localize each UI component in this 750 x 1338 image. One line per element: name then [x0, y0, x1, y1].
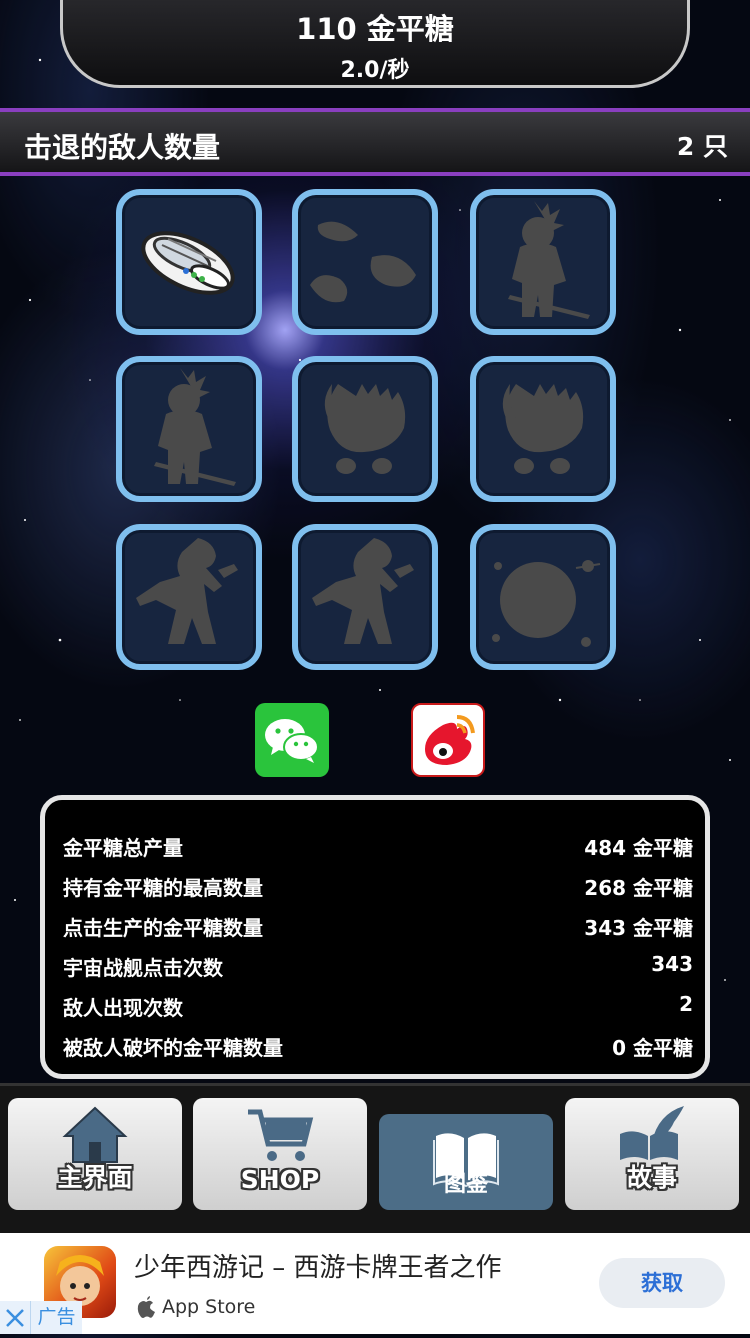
- bestiary-tile[interactable]: [292, 524, 438, 670]
- enemy-monster-silhouette-icon: [502, 384, 584, 474]
- ad-title: 少年西游记 – 西游卡牌王者之作: [134, 1253, 502, 1283]
- bestiary-tile[interactable]: [116, 189, 262, 335]
- stat-label: 金平糖总产量: [63, 836, 183, 860]
- home-icon: [62, 1106, 128, 1163]
- book-quill-icon: [620, 1106, 684, 1160]
- bestiary-tile[interactable]: [292, 189, 438, 335]
- nav-story-label: 故事: [626, 1163, 677, 1192]
- apple-icon: [137, 1296, 155, 1318]
- get-app-button[interactable]: 获取: [599, 1258, 725, 1308]
- ad-tag: 广告: [30, 1301, 82, 1334]
- enemy-giant-silhouette-icon: [136, 538, 238, 644]
- bestiary-tile[interactable]: [470, 356, 616, 502]
- close-icon: [6, 1309, 24, 1327]
- candy-count: 110 金平糖: [296, 12, 454, 46]
- nav-book-label: 图鉴: [443, 1172, 488, 1197]
- stat-row: 被敌人破坏的金平糖数量 0 金平糖: [63, 1032, 693, 1072]
- bestiary-tile[interactable]: [116, 356, 262, 502]
- nav-home-button[interactable]: 主界面: [8, 1098, 182, 1210]
- candy-rate: 2.0/秒: [340, 58, 410, 83]
- bestiary-tile[interactable]: [116, 524, 262, 670]
- shopping-cart-icon: [248, 1109, 314, 1161]
- stat-row: 持有金平糖的最高数量 268 金平糖: [63, 872, 693, 912]
- bestiary-tile[interactable]: [470, 524, 616, 670]
- stat-row: 点击生产的金平糖数量 343 金平糖: [63, 912, 693, 952]
- stat-row: 宇宙战舰点击次数 343: [63, 952, 693, 992]
- stat-value: 484 金平糖: [584, 836, 693, 860]
- defeated-enemies-count: 2 只: [676, 132, 728, 161]
- stat-label: 被敌人破坏的金平糖数量: [63, 1036, 283, 1060]
- enemy-warrior-silhouette-icon: [508, 201, 590, 319]
- enemy-spaceship-icon: [141, 231, 235, 295]
- nav-shop-label: SHOP: [240, 1165, 320, 1194]
- ad-store-label: App Store: [162, 1296, 256, 1318]
- bestiary-tile[interactable]: [292, 356, 438, 502]
- statistics-panel: 金平糖总产量 484 金平糖 持有金平糖的最高数量 268 金平糖 点击生产的金…: [40, 795, 710, 1079]
- enemy-warrior-silhouette-icon: [154, 368, 236, 486]
- candy-counter-header: 110 金平糖 2.0/秒: [0, 0, 750, 100]
- stat-label: 宇宙战舰点击次数: [63, 956, 223, 980]
- stat-label: 持有金平糖的最高数量: [63, 876, 263, 900]
- ad-banner[interactable]: 少年西游记 – 西游卡牌王者之作 App Store 获取 广告: [0, 1233, 750, 1334]
- stat-row: 敌人出现次数 2: [63, 992, 693, 1032]
- bestiary-tile[interactable]: [470, 189, 616, 335]
- nav-home-label: 主界面: [57, 1163, 133, 1192]
- stat-value: 343 金平糖: [584, 916, 693, 940]
- stat-label: 敌人出现次数: [63, 996, 183, 1020]
- defeated-enemies-label: 击退的敌人数量: [24, 131, 221, 164]
- wechat-share-button[interactable]: [255, 703, 329, 777]
- stat-label: 点击生产的金平糖数量: [63, 916, 263, 940]
- enemy-planet-silhouette-icon: [492, 560, 601, 647]
- stat-value: 343: [651, 952, 693, 976]
- defeated-enemies-bar: 击退的敌人数量 2 只: [0, 108, 750, 176]
- wechat-icon: [265, 719, 319, 763]
- weibo-icon: [425, 715, 475, 765]
- weibo-share-button[interactable]: [411, 703, 485, 777]
- ad-close-button[interactable]: [0, 1301, 30, 1334]
- nav-book-button[interactable]: 图鉴: [379, 1114, 553, 1210]
- stat-value: 268 金平糖: [584, 876, 693, 900]
- nav-story-button[interactable]: 故事: [565, 1098, 739, 1210]
- enemy-giant-silhouette-icon: [312, 538, 414, 644]
- stat-value: 2: [679, 992, 693, 1016]
- nav-shop-button[interactable]: SHOP: [193, 1098, 367, 1210]
- stat-row: 金平糖总产量 484 金平糖: [63, 832, 693, 872]
- stat-value: 0 金平糖: [612, 1036, 693, 1060]
- enemy-monster-silhouette-icon: [324, 384, 406, 474]
- enemy-meteor-pair-icon: [310, 221, 416, 303]
